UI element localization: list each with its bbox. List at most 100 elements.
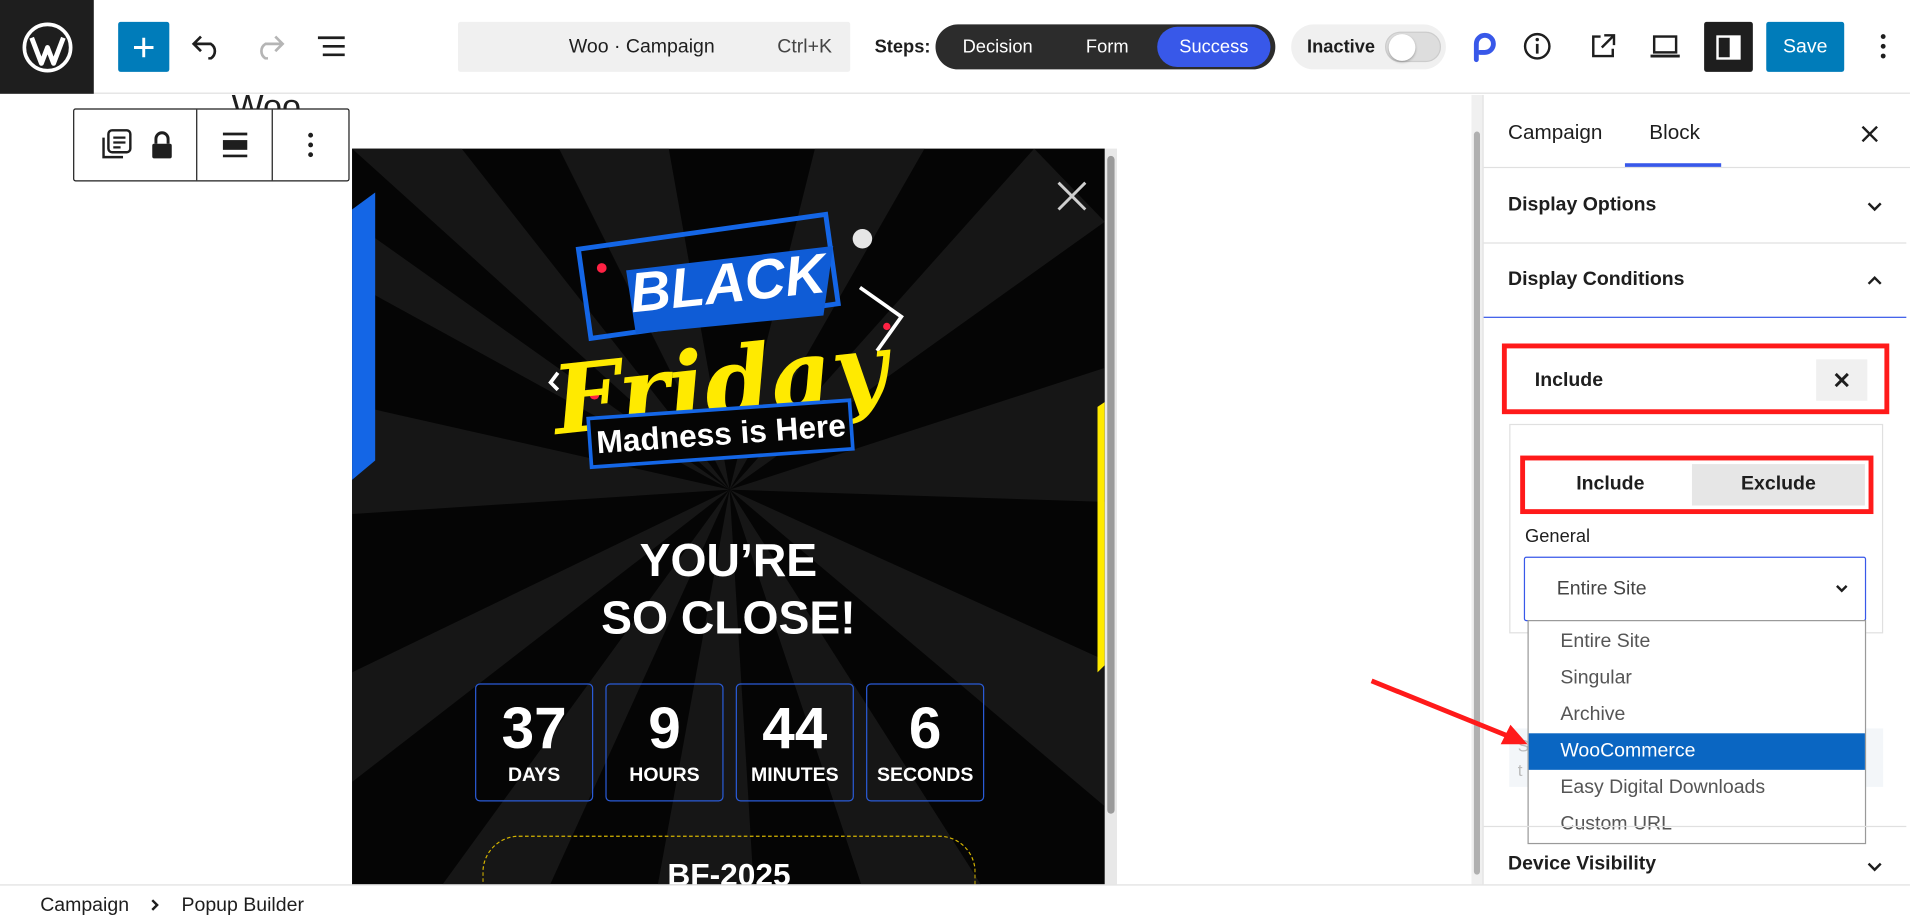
external-link-icon	[1592, 34, 1616, 58]
step-success[interactable]: Success	[1157, 26, 1271, 67]
popup-scrollbar-thumb[interactable]	[1107, 155, 1115, 814]
tab-campaign[interactable]: Campaign	[1508, 121, 1602, 145]
more-vertical-icon	[308, 132, 314, 158]
condition-select[interactable]: Entire Site	[1523, 556, 1867, 622]
popup-preview[interactable]: BLACK Friday Madness is Here YOU’RE SO C…	[352, 148, 1105, 885]
status-toggle[interactable]	[1384, 31, 1442, 63]
info-icon	[1523, 32, 1551, 60]
popup-heading-line2: SO CLOSE!	[601, 593, 856, 645]
toggle-knob	[1388, 34, 1416, 61]
help-text-fragment: t	[1517, 760, 1523, 780]
annotation-arrow-icon	[1370, 678, 1528, 745]
list-view-icon	[317, 36, 345, 57]
chevron-down-icon	[1867, 862, 1882, 872]
block-toolbar	[73, 108, 350, 182]
option-singular[interactable]: Singular	[1529, 660, 1865, 697]
panel-title: Display Conditions	[1508, 269, 1685, 290]
document-overview-button[interactable]	[309, 24, 353, 68]
block-options-button[interactable]	[273, 110, 349, 181]
preview-external-button[interactable]	[1581, 24, 1625, 68]
settings-sidebar-toggle[interactable]	[1704, 21, 1753, 72]
black-friday-badge: BLACK Friday Madness is Here	[545, 211, 904, 470]
popup-heading-line1: YOU’RE	[639, 535, 818, 588]
breadcrumb-item[interactable]: Popup Builder	[181, 895, 303, 917]
segment-include[interactable]: Include	[1528, 464, 1692, 506]
include-exclude-toggle: Include Exclude	[1520, 455, 1874, 515]
remove-condition-button[interactable]	[1816, 359, 1868, 401]
panel-title: Display Options	[1508, 194, 1657, 216]
canvas-scrollbar[interactable]	[1471, 95, 1483, 885]
countdown-value: 9	[648, 696, 681, 762]
condition-rule-title: Include	[1534, 370, 1604, 392]
undo-icon	[191, 35, 217, 60]
step-form[interactable]: Form	[1057, 27, 1157, 67]
countdown-seconds: 6 SECONDS	[866, 683, 985, 802]
device-preview-button[interactable]	[1643, 24, 1687, 68]
undo-button[interactable]	[185, 24, 229, 68]
sidebar-tabs: Campaign Block	[1483, 95, 1910, 169]
steps-label: Steps:	[874, 36, 931, 58]
plus-icon	[133, 37, 154, 57]
chevron-down-icon	[1867, 202, 1882, 212]
active-tab-indicator	[1624, 163, 1722, 167]
command-palette[interactable]: Woo · Campaign Ctrl+K	[458, 21, 851, 72]
sidebar-icon	[1716, 34, 1741, 60]
plugin-logo-icon	[1473, 32, 1496, 63]
details-button[interactable]	[1515, 24, 1559, 68]
panel-device-visibility[interactable]: Device Visibility	[1483, 825, 1907, 887]
align-center-icon	[222, 132, 247, 158]
condition-rule-header: Include	[1501, 343, 1890, 415]
option-easy-digital-downloads[interactable]: Easy Digital Downloads	[1529, 770, 1865, 807]
block-type-button[interactable]	[74, 109, 198, 181]
align-button[interactable]	[197, 109, 273, 181]
select-value: Entire Site	[1556, 578, 1647, 600]
laptop-icon	[1650, 35, 1680, 58]
status-label: Inactive	[1307, 36, 1376, 58]
countdown-unit: MINUTES	[750, 764, 839, 786]
popup-close-button[interactable]	[1051, 175, 1092, 216]
option-woocommerce[interactable]: WooCommerce	[1528, 733, 1865, 770]
segment-exclude[interactable]: Exclude	[1691, 464, 1865, 506]
wordpress-logo-icon[interactable]	[0, 0, 94, 94]
breadcrumb-item[interactable]: Campaign	[40, 895, 129, 917]
panel-title: Device Visibility	[1508, 853, 1657, 875]
command-shortcut: Ctrl+K	[777, 36, 832, 58]
add-block-button[interactable]	[118, 21, 170, 72]
redo-button[interactable]	[247, 24, 291, 68]
countdown-minutes: 44 MINUTES	[735, 683, 854, 802]
countdown-hours: 9 HOURS	[605, 683, 724, 802]
countdown-unit: DAYS	[507, 764, 561, 786]
condition-dropdown-list: Entire Site Singular Archive WooCommerce…	[1527, 620, 1867, 845]
lock-icon	[152, 131, 172, 159]
editor-canvas: Woo	[0, 95, 1472, 885]
more-vertical-icon	[1880, 34, 1886, 59]
document-title: Woo · Campaign	[568, 36, 715, 58]
countdown-value: 6	[908, 696, 942, 762]
countdown-days: 37 DAYS	[475, 683, 594, 802]
countdown-unit: HOURS	[629, 764, 700, 786]
chevron-up-icon	[1867, 276, 1882, 285]
panel-display-conditions[interactable]: Display Conditions	[1483, 244, 1907, 318]
countdown-timer: 37 DAYS 9 HOURS 44 MINUTES 6 SECONDS	[475, 683, 985, 802]
close-sidebar-button[interactable]	[1850, 115, 1889, 154]
option-archive[interactable]: Archive	[1529, 697, 1865, 734]
countdown-unit: SECONDS	[876, 764, 974, 786]
close-icon	[1834, 372, 1849, 388]
canvas-scrollbar-thumb[interactable]	[1473, 131, 1480, 875]
step-decision[interactable]: Decision	[938, 27, 1057, 67]
panel-display-options[interactable]: Display Options	[1483, 169, 1907, 244]
plugin-logo-button[interactable]	[1462, 24, 1506, 68]
block-type-icon	[102, 129, 132, 159]
redo-icon	[260, 35, 285, 60]
option-entire-site[interactable]: Entire Site	[1529, 624, 1865, 661]
chevron-right-icon	[151, 899, 159, 911]
settings-sidebar: Campaign Block Display Options Display C…	[1482, 95, 1910, 887]
popup-scrollbar[interactable]	[1104, 148, 1117, 885]
condition-group-label: General	[1525, 526, 1591, 547]
close-icon	[1057, 181, 1087, 211]
tab-block[interactable]: Block	[1649, 121, 1700, 145]
campaign-status: Inactive	[1291, 24, 1446, 70]
coupon-code[interactable]: BF-2025	[482, 835, 976, 885]
save-button[interactable]: Save	[1766, 21, 1845, 72]
options-menu-button[interactable]	[1861, 24, 1905, 68]
